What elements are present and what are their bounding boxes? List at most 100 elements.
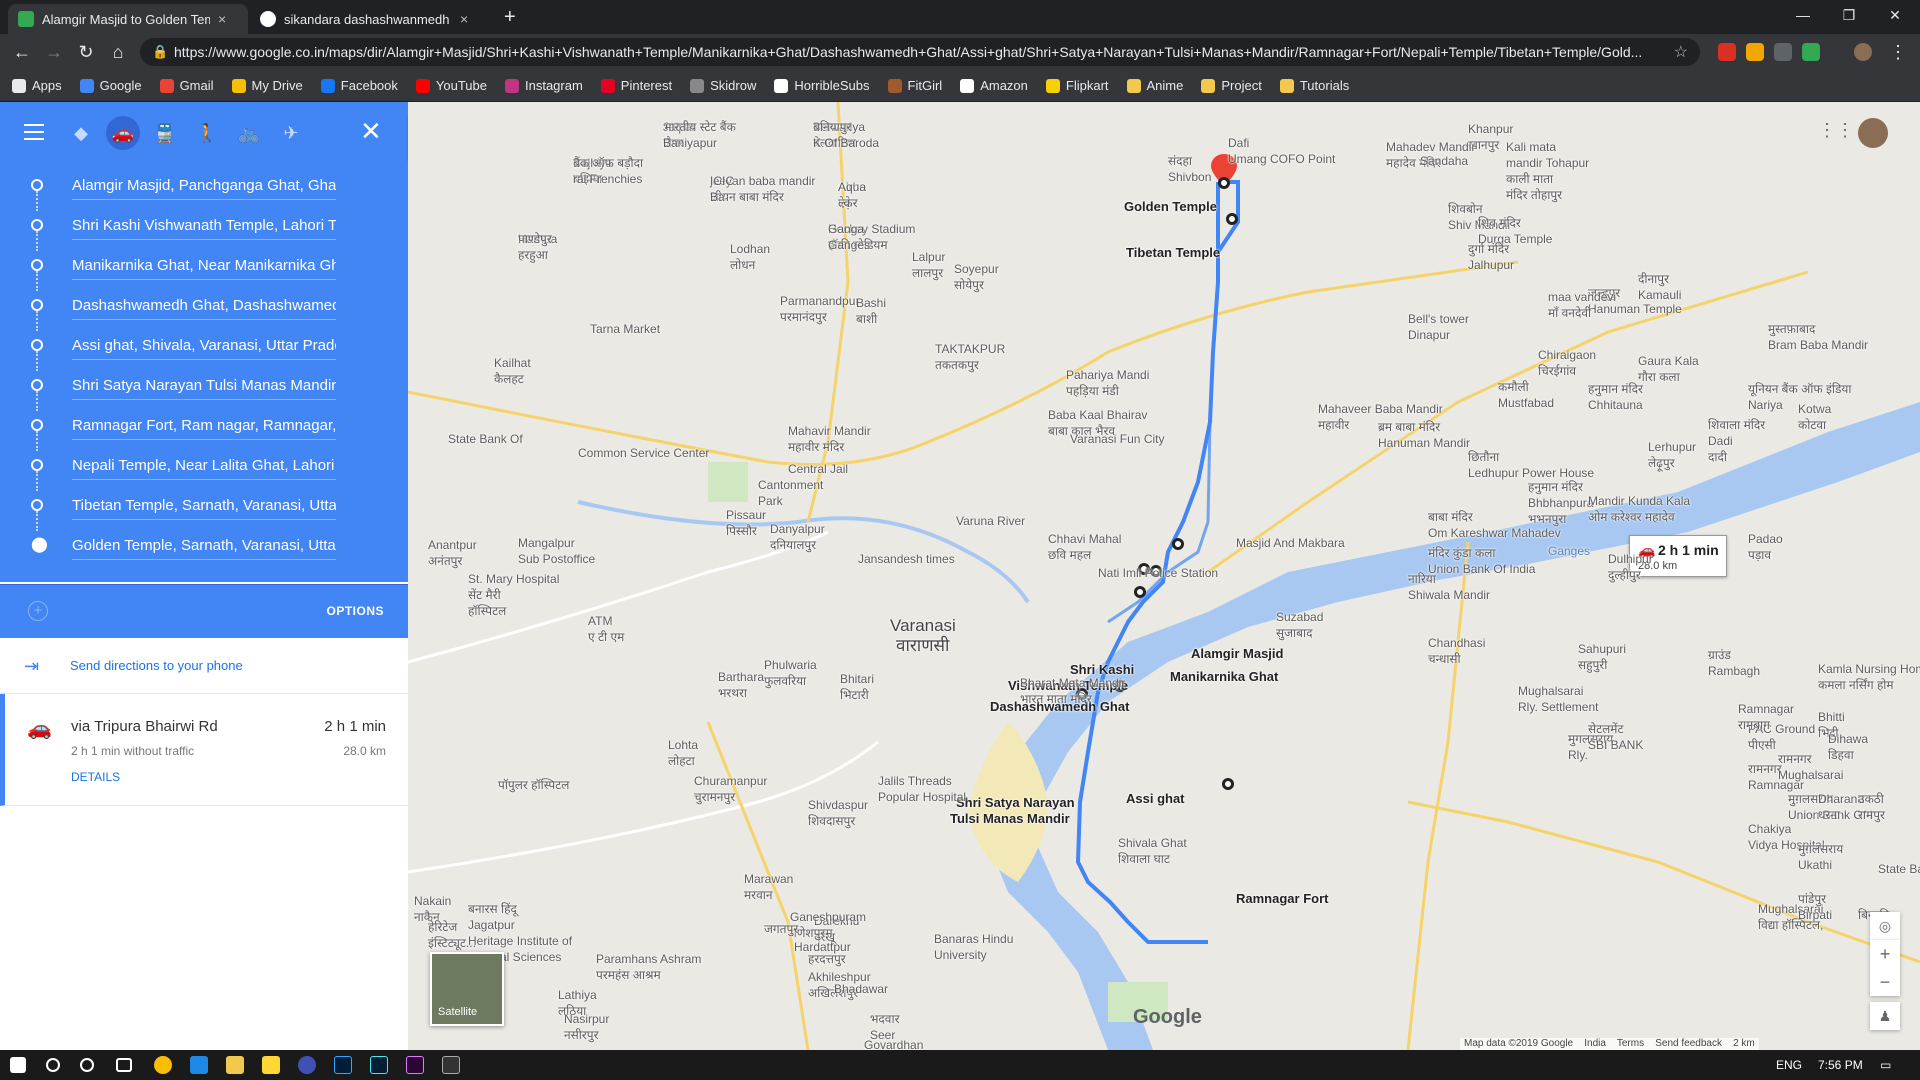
browser-app-icon[interactable]	[298, 1056, 316, 1074]
stop-marker-dashashwamedh[interactable]	[1134, 586, 1146, 598]
stop-marker-alamgir-masjid[interactable]	[1172, 538, 1184, 550]
tab-directions[interactable]: Alamgir Masjid to Golden Temple ×	[8, 4, 248, 34]
tab-search[interactable]: sikandara dashashwanmedh ghat ×	[250, 4, 490, 34]
reload-icon[interactable]: ↻	[74, 40, 98, 64]
terms-link[interactable]: Terms	[1617, 1038, 1644, 1049]
waypoint-input[interactable]: Dashashwamedh Ghat, Dashashwamed	[72, 292, 336, 320]
home-icon[interactable]: ⌂	[106, 40, 130, 64]
waypoint-row[interactable]: Manikarnika Ghat, Near Manikarnika Gh	[0, 246, 408, 291]
stop-marker-ramnagar-fort[interactable]	[1222, 778, 1234, 790]
waypoint-input[interactable]: Manikarnika Ghat, Near Manikarnika Gh	[72, 252, 336, 280]
send-feedback-link[interactable]: Send feedback	[1655, 1038, 1722, 1049]
maximize-button[interactable]: ❐	[1826, 0, 1872, 30]
bookmark-youtube[interactable]: YouTube	[415, 78, 487, 93]
extension-shield-icon[interactable]	[1774, 43, 1792, 61]
waypoint-input[interactable]: Golden Temple, Sarnath, Varanasi, Uttar	[72, 532, 336, 560]
file-explorer-icon[interactable]	[226, 1056, 244, 1074]
stop-marker-tibetan-temple[interactable]	[1226, 213, 1238, 225]
walking-icon[interactable]: 🚶	[190, 116, 224, 150]
waypoint-input[interactable]: Tibetan Temple, Sarnath, Varanasi, Utta	[72, 492, 336, 520]
bookmark-google[interactable]: Google	[79, 78, 142, 93]
satellite-toggle[interactable]: Satellite	[430, 952, 504, 1026]
add-destination-icon[interactable]: +	[28, 601, 48, 621]
task-view-icon[interactable]	[116, 1058, 132, 1072]
zoom-out-button[interactable]: −	[1870, 968, 1900, 996]
app-window-icon[interactable]	[442, 1056, 460, 1074]
search-icon[interactable]	[46, 1058, 60, 1072]
tab-close-icon[interactable]: ×	[460, 11, 468, 27]
route-option[interactable]: 🚗 via Tripura Bhairwi Rd 2 h 1 min 2 h 1…	[0, 694, 408, 806]
bookmark-my-drive[interactable]: My Drive	[231, 78, 303, 93]
pc-taskbar-icon[interactable]	[190, 1056, 208, 1074]
bookmark-flipkart[interactable]: Flipkart	[1045, 78, 1109, 93]
extension-adblock-icon[interactable]	[1718, 43, 1736, 61]
tab-close-icon[interactable]: ×	[218, 11, 226, 27]
extension-chrome-icon[interactable]	[1802, 43, 1820, 61]
extension-4k-icon[interactable]	[1746, 43, 1764, 61]
waypoint-input[interactable]: Nepali Temple, Near Lalita Ghat, Lahori	[72, 452, 336, 480]
photoshop-icon[interactable]	[334, 1056, 352, 1074]
apps-grid-icon[interactable]: ⋮⋮	[1818, 120, 1854, 141]
best-route-icon[interactable]: ◆	[64, 116, 98, 150]
chrome-taskbar-icon[interactable]	[154, 1056, 172, 1074]
waypoint-row[interactable]: Assi ghat, Shivala, Varanasi, Uttar Prad…	[0, 326, 408, 371]
minimize-button[interactable]: —	[1780, 0, 1826, 30]
waypoint-input[interactable]: Alamgir Masjid, Panchganga Ghat, Ghat	[72, 172, 336, 200]
menu-icon[interactable]	[24, 124, 44, 140]
flight-icon[interactable]: ✈	[274, 116, 308, 150]
bookmark-horriblesubs[interactable]: HorribleSubs	[774, 78, 870, 93]
waypoint-row[interactable]: Nepali Temple, Near Lalita Ghat, Lahori	[0, 446, 408, 491]
menu-dots-icon[interactable]: ⋮	[1886, 40, 1910, 64]
send-to-phone-link[interactable]: Send directions to your phone	[70, 658, 243, 673]
lightroom-icon[interactable]	[370, 1056, 388, 1074]
waypoint-row[interactable]: Ramnagar Fort, Ram nagar, Ramnagar, U	[0, 406, 408, 451]
bookmark-apps[interactable]: Apps	[12, 78, 62, 93]
language-indicator[interactable]: ENG	[1776, 1058, 1802, 1072]
route-details-link[interactable]: DETAILS	[71, 770, 120, 784]
sticky-app-icon[interactable]	[262, 1056, 280, 1074]
notification-icon[interactable]: ▭	[1880, 1058, 1891, 1072]
bookmark-skidrow[interactable]: Skidrow	[690, 78, 756, 93]
profile-avatar[interactable]	[1854, 43, 1872, 61]
cortana-icon[interactable]	[80, 1058, 94, 1072]
windows-start-icon[interactable]	[10, 1057, 26, 1073]
waypoint-row[interactable]: ⬤ Golden Temple, Sarnath, Varanasi, Uttar	[0, 526, 408, 566]
bookmark-anime[interactable]: Anime	[1126, 78, 1183, 93]
waypoint-input[interactable]: Shri Kashi Vishwanath Temple, Lahori T	[72, 212, 336, 240]
bookmark-tutorials[interactable]: Tutorials	[1279, 78, 1349, 93]
waypoint-row[interactable]: Alamgir Masjid, Panchganga Ghat, Ghat	[0, 166, 408, 211]
waypoint-row[interactable]: Shri Satya Narayan Tulsi Manas Mandir,	[0, 366, 408, 411]
waypoint-row[interactable]: Tibetan Temple, Sarnath, Varanasi, Utta	[0, 486, 408, 531]
bookmark-gmail[interactable]: Gmail	[159, 78, 214, 93]
pegman-icon[interactable]: ♟	[1870, 1002, 1900, 1030]
transit-icon[interactable]: 🚆	[148, 116, 182, 150]
premiere-icon[interactable]	[406, 1056, 424, 1074]
waypoint-input[interactable]: Assi ghat, Shivala, Varanasi, Uttar Prad…	[72, 332, 336, 360]
bookmark-amazon[interactable]: Amazon	[960, 78, 1028, 93]
options-button[interactable]: OPTIONS	[326, 604, 384, 618]
send-to-phone[interactable]: ⇥ Send directions to your phone	[0, 638, 408, 694]
clock[interactable]: 7:56 PM	[1818, 1058, 1863, 1072]
region-link[interactable]: India	[1584, 1038, 1606, 1049]
bookmark-pinterest[interactable]: Pinterest	[600, 78, 672, 93]
waypoint-input[interactable]: Ramnagar Fort, Ram nagar, Ramnagar, U	[72, 412, 336, 440]
bookmark-instagram[interactable]: Instagram	[504, 78, 583, 93]
bookmark-facebook[interactable]: Facebook	[320, 78, 398, 93]
address-bar[interactable]: 🔒 https://www.google.co.in/maps/dir/Alam…	[140, 38, 1700, 66]
car-icon[interactable]: 🚗	[106, 116, 140, 150]
stop-marker-golden-temple[interactable]	[1218, 177, 1230, 189]
forward-arrow-icon[interactable]: →	[42, 40, 66, 64]
back-arrow-icon[interactable]: ←	[10, 40, 34, 64]
bookmark-star-icon[interactable]: ☆	[1674, 42, 1688, 62]
cycling-icon[interactable]: 🚲	[232, 116, 266, 150]
new-tab-button[interactable]: +	[494, 2, 524, 32]
bookmark-fitgirl[interactable]: FitGirl	[887, 78, 942, 93]
my-location-icon[interactable]: ◎	[1870, 912, 1900, 940]
zoom-in-button[interactable]: +	[1870, 940, 1900, 968]
waypoint-row[interactable]: Shri Kashi Vishwanath Temple, Lahori T	[0, 206, 408, 251]
bookmark-project[interactable]: Project	[1201, 78, 1262, 93]
avatar[interactable]	[1858, 118, 1888, 148]
close-window-button[interactable]: ✕	[1872, 0, 1918, 30]
map-canvas[interactable]: Golden Temple Tibetan Temple Alamgir Mas…	[408, 102, 1920, 1050]
waypoint-input[interactable]: Shri Satya Narayan Tulsi Manas Mandir,	[72, 372, 336, 400]
